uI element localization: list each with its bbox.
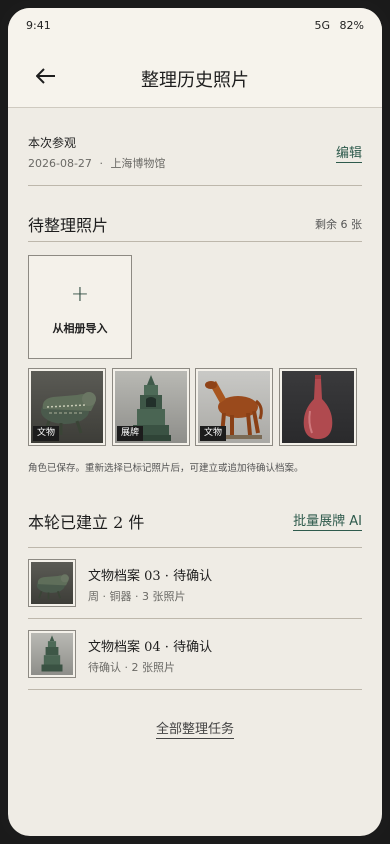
meta-separator: · [99, 157, 103, 170]
built-title: 本轮已建立 2 件 [28, 513, 145, 532]
record-meta: 待确认 · 2 张照片 [88, 661, 175, 674]
record-title: 文物档案 04 · 待确认 [88, 640, 213, 655]
visit-date: 2026-08-27 [28, 157, 92, 170]
built-header: 本轮已建立 2 件 批量展牌 AI [28, 498, 362, 548]
battery-level: 82% [339, 18, 364, 32]
stone-stupa-image [41, 635, 63, 672]
photo-thumbnail[interactable]: 文物 [28, 368, 106, 446]
visit-label: 本次参观 [28, 136, 77, 150]
plus-icon: + [70, 282, 90, 307]
all-tasks-link[interactable]: 全部整理任务 [155, 722, 234, 739]
header: 整理历史照片 [8, 42, 382, 108]
role-tag: 文物 [200, 426, 227, 441]
device-frame: 9:41 5G 82% 整理历史照片 本次参观 2026-08-27 · 上海博… [0, 0, 390, 844]
import-label: 从相册导入 [52, 322, 108, 335]
network-indicator: 5G [314, 18, 331, 32]
role-tag: 文物 [33, 426, 60, 441]
record-item[interactable]: 文物档案 04 · 待确认 待确认 · 2 张照片 [28, 619, 362, 690]
photo-thumbnail[interactable]: 展牌 [112, 368, 190, 446]
batch-label-ai-link[interactable]: 批量展牌 AI [293, 510, 362, 531]
photo-thumbnail[interactable] [279, 368, 357, 446]
record-thumbnail [28, 630, 76, 678]
record-meta: 周 · 铜器 · 3 张照片 [88, 590, 186, 603]
edit-link[interactable]: 编辑 [335, 142, 362, 163]
status-right: 5G 82% [315, 19, 364, 32]
red-vase-image [303, 375, 333, 439]
screen: 9:41 5G 82% 整理历史照片 本次参观 2026-08-27 · 上海博… [8, 8, 382, 836]
visit-meta: 2026-08-27 · 上海博物馆 [28, 155, 165, 171]
main-content: 本次参观 2026-08-27 · 上海博物馆 编辑 待整理照片 剩余 6 张 … [28, 108, 362, 739]
photo-thumbnails: 文物 展牌 文物 [28, 368, 362, 446]
status-bar: 9:41 5G 82% [8, 8, 382, 42]
pending-header: 待整理照片 剩余 6 张 [28, 186, 362, 242]
visit-section: 本次参观 2026-08-27 · 上海博物馆 编辑 [28, 108, 362, 186]
page-title: 整理历史照片 [141, 70, 249, 91]
all-tasks-row: 全部整理任务 [28, 718, 362, 739]
record-thumbnail [28, 559, 76, 607]
status-time: 9:41 [26, 18, 51, 32]
bronze-vessel-image [36, 574, 69, 600]
remaining-count: 剩余 6 张 [315, 218, 362, 231]
pending-title: 待整理照片 [28, 216, 109, 235]
record-title: 文物档案 03 · 待确认 [88, 569, 213, 584]
visit-venue: 上海博物馆 [110, 157, 166, 170]
role-saved-note: 角色已保存。重新选择已标记照片后，可建立或追加待确认档案。 [28, 463, 304, 474]
import-from-album-button[interactable]: + 从相册导入 [28, 255, 132, 359]
photo-thumbnail[interactable]: 文物 [195, 368, 273, 446]
record-item[interactable]: 文物档案 03 · 待确认 周 · 铜器 · 3 张照片 [28, 548, 362, 619]
role-tag: 展牌 [117, 426, 144, 441]
